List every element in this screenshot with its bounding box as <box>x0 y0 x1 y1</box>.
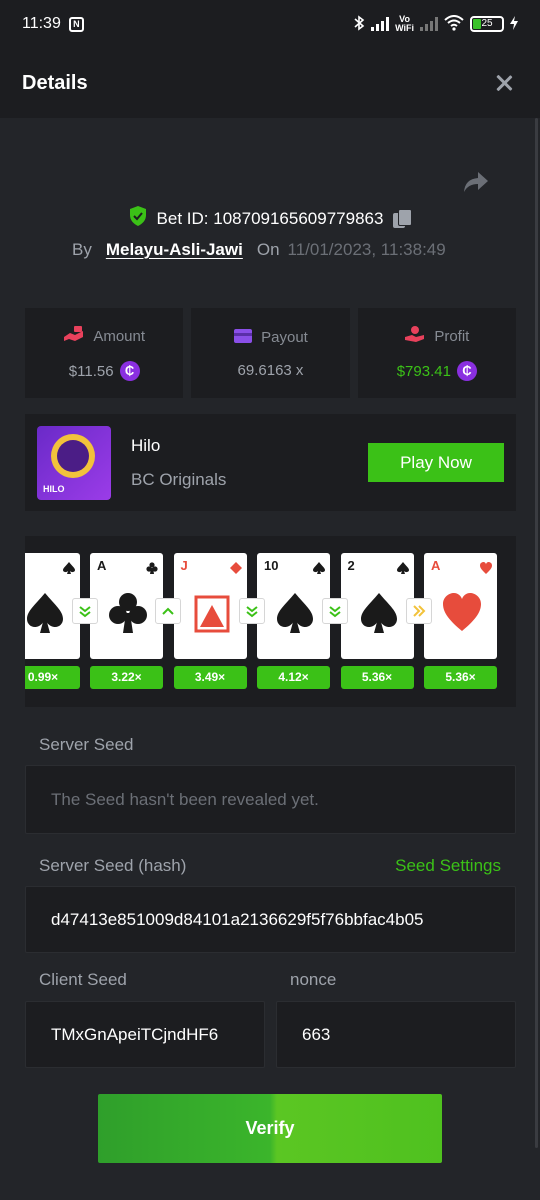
multiplier-badge: 5.36× <box>424 666 497 689</box>
amount-value: $11.56 <box>68 362 114 380</box>
game-card: HILO Hilo BC Originals Play Now <box>25 414 516 511</box>
battery-icon: 25 <box>470 16 504 32</box>
vowifi-icon: Vo WiFi <box>395 14 414 33</box>
spade-icon <box>313 561 325 574</box>
copy-icon[interactable] <box>393 208 413 229</box>
heart-icon <box>480 561 492 574</box>
wallet-icon <box>233 328 253 348</box>
higher-icon <box>155 598 181 624</box>
multiplier-badge: 3.49× <box>173 666 247 689</box>
playing-card: 2 <box>340 553 414 659</box>
details-header: Details <box>0 48 540 118</box>
bluetooth-icon <box>353 14 365 34</box>
card-rank: A <box>431 558 441 573</box>
profit-label: Profit <box>434 327 470 345</box>
profit-stat: Profit $793.41 ₵ <box>357 308 516 398</box>
verify-button[interactable]: Verify <box>98 1094 442 1163</box>
nonce-field[interactable]: 663 <box>276 1001 516 1068</box>
amount-icon <box>63 325 85 347</box>
server-seed-field: The Seed hasn't been revealed yet. <box>25 765 516 834</box>
multiplier-badge: 4.12× <box>257 666 330 689</box>
multiplier-badge: 3.22× <box>90 666 163 689</box>
clock: 11:39 <box>22 15 61 32</box>
hilo-game-thumbnail[interactable]: HILO <box>37 425 111 500</box>
signal-2-icon <box>420 17 438 31</box>
amount-stat: Amount $11.56 ₵ <box>25 308 184 398</box>
playing-card: A <box>424 553 497 659</box>
username-link[interactable]: Melayu-Asli-Jawi <box>106 240 243 260</box>
seed-settings-link[interactable]: Seed Settings <box>395 856 501 876</box>
play-now-button[interactable]: Play Now <box>368 443 504 482</box>
payout-stat: Payout 69.6163 x <box>191 308 350 398</box>
bet-stats: Amount $11.56 ₵ Payout 69.6163 x Profit … <box>25 308 516 398</box>
playing-card: 10 <box>257 553 330 659</box>
playing-card: J <box>173 553 247 659</box>
coin-icon: ₵ <box>456 361 477 381</box>
by-label: By <box>72 240 92 259</box>
lower-icon <box>238 598 265 624</box>
server-seed-label: Server Seed <box>39 735 134 754</box>
bet-id-label: Bet ID: 108709165609779863 <box>156 208 384 228</box>
spade-icon <box>396 561 409 574</box>
share-icon[interactable] <box>462 170 490 194</box>
bet-byline: By Melayu-Asli-Jawi On 11/01/2023, 11:38… <box>72 240 446 260</box>
lower-icon <box>71 598 98 624</box>
client-seed-label: Client Seed <box>39 970 127 989</box>
game-provider: BC Originals <box>131 469 227 489</box>
payout-label: Payout <box>261 329 308 346</box>
game-title: Hilo <box>131 435 161 455</box>
club-icon <box>108 591 148 635</box>
nonce-label: nonce <box>290 970 337 989</box>
scrollbar[interactable] <box>535 118 538 1148</box>
card-rank: 10 <box>264 558 279 573</box>
profit-icon <box>404 325 426 347</box>
diamond-icon <box>192 591 232 635</box>
charging-icon <box>510 15 518 33</box>
club-icon <box>146 561 158 574</box>
server-seed-hash-label: Server Seed (hash) <box>39 856 187 875</box>
wifi-icon <box>444 14 464 34</box>
skip-icon <box>405 598 432 624</box>
multiplier-badge: 5.36× <box>340 666 414 689</box>
status-bar: 11:39 N Vo WiFi 25 <box>0 0 540 48</box>
heart-icon <box>442 591 482 635</box>
verified-shield-icon <box>129 206 147 231</box>
bet-datetime: 11/01/2023, 11:38:49 <box>287 240 446 259</box>
card-rank: J <box>180 558 188 573</box>
spade-icon <box>359 591 399 635</box>
spade-icon <box>275 591 315 635</box>
profit-value: $793.41 <box>396 362 451 380</box>
close-icon[interactable] <box>492 71 516 95</box>
spade-icon <box>25 591 65 635</box>
card-rank: A <box>97 558 107 573</box>
client-seed-field[interactable]: TMxGnApeiTCjndHF6 <box>25 1001 265 1068</box>
on-label: On <box>256 240 280 259</box>
signal-icon <box>371 17 390 31</box>
nfc-icon: N <box>68 16 84 32</box>
amount-label: Amount <box>93 327 146 345</box>
server-seed-hash-field[interactable]: d47413e851009d84101a2136629f5f76bbfac4b0… <box>25 886 516 953</box>
payout-value: 69.6163 x <box>237 361 304 379</box>
bet-id-row: Bet ID: 108709165609779863 <box>0 206 540 231</box>
page-title: Details <box>22 71 88 94</box>
card-rank: 2 <box>347 558 355 573</box>
playing-card: A <box>90 553 163 659</box>
hilo-cards-history[interactable]: 0.99× A 3.22× J 3.49× 10 4.12× 2 5.36× A 5.36× <box>25 536 516 707</box>
lower-icon <box>322 598 348 624</box>
multiplier-badge: 0.99× <box>25 666 80 689</box>
diamond-icon <box>229 561 242 574</box>
coin-icon: ₵ <box>119 361 140 381</box>
spade-icon <box>62 561 75 574</box>
